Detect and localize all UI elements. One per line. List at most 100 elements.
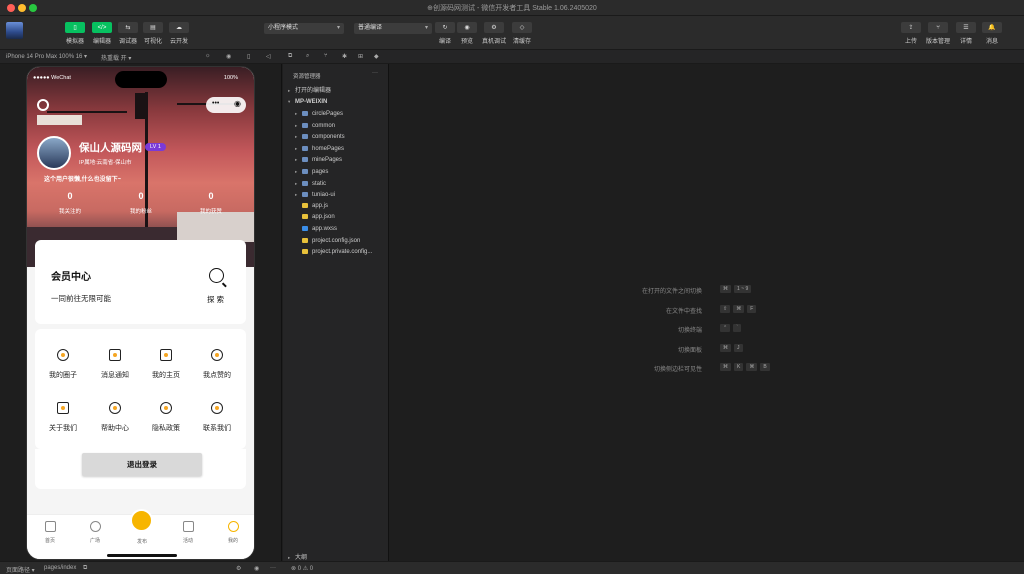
file-item[interactable]: project.private.config... — [283, 247, 389, 258]
simulator-subbar: iPhone 14 Pro Max 100% 16 ▾ 热重载 开 ▾ ☼ ◉ … — [0, 50, 1024, 64]
publish-rocket-icon[interactable] — [130, 509, 153, 532]
folder-icon — [302, 122, 308, 128]
tab-activity[interactable]: 活动 — [173, 521, 203, 544]
folder-icon — [302, 134, 308, 140]
grid-item-contact-us[interactable]: 联系我们 — [193, 402, 241, 433]
preview-button[interactable]: ◉ 预览 — [456, 22, 478, 45]
explore-label[interactable]: 探索 — [207, 294, 226, 305]
mini-program-capsule[interactable]: ••• ◉ — [206, 97, 246, 113]
folder-item[interactable]: ▸ static — [283, 178, 389, 189]
docker-icon[interactable]: ◆ — [374, 53, 379, 60]
close-target-icon[interactable]: ◉ — [234, 99, 241, 108]
editor-button[interactable]: </> 编辑器 — [91, 22, 113, 45]
file-item[interactable]: app.json — [283, 212, 389, 223]
dynamic-island — [115, 71, 167, 88]
grid-item-about-us[interactable]: 关于我们 — [39, 402, 87, 433]
folder-icon — [302, 192, 308, 198]
phone-outline-icon[interactable]: ▯ — [247, 53, 250, 60]
stat-followers[interactable]: 0 我的粉丝 — [121, 191, 161, 215]
shortcut-hint: 切换终端 ⌃ ` — [390, 324, 1024, 335]
avatar[interactable] — [37, 136, 71, 170]
project-section[interactable]: ▾ MP-WEIXIN — [283, 96, 389, 107]
project-avatar[interactable] — [6, 22, 23, 39]
clear-cache-button[interactable]: ◇ 清缓存 — [511, 22, 533, 45]
grid-item-my-likes[interactable]: 我点赞的 — [193, 349, 241, 380]
cloud-icon: ☁ — [169, 22, 189, 33]
volume-icon[interactable]: ◁ — [266, 53, 271, 60]
monitor-icon — [57, 402, 69, 414]
grid-item-privacy[interactable]: 隐私政策 — [142, 402, 190, 433]
settings-gear-icon[interactable] — [37, 99, 49, 111]
grid-item-notifications[interactable]: 消息通知 — [91, 349, 139, 380]
chevron-right-icon: ▸ — [295, 122, 298, 128]
more-icon[interactable]: ··· — [372, 70, 378, 76]
messages-button[interactable]: 🔔 消息 — [981, 22, 1003, 45]
folder-item[interactable]: ▸ tuniao-ui — [283, 189, 389, 200]
remote-debug-button[interactable]: ⚙ 真机调试 — [482, 22, 506, 45]
compile-select[interactable]: 普通编译 ▾ — [354, 23, 432, 34]
page-path-label[interactable]: 页面路径 ▾ — [6, 565, 35, 574]
chevron-right-icon: ▸ — [295, 145, 298, 151]
speaker-icon — [109, 349, 121, 361]
cloud-dev-button[interactable]: ☁ 云开发 — [168, 22, 190, 45]
vip-subtitle: 一同前往无限可能 — [51, 294, 111, 303]
stat-following[interactable]: 0 我关注的 — [50, 191, 90, 215]
tab-mine[interactable]: 我的 — [218, 521, 248, 544]
grid-item-help-center[interactable]: 帮助中心 — [91, 402, 139, 433]
eye-icon[interactable]: ◉ — [254, 565, 259, 572]
vip-card[interactable]: 会员中心 一同前往无限可能 探索 — [35, 240, 246, 324]
keycap: ` — [733, 324, 742, 332]
search-icon[interactable] — [209, 268, 224, 283]
folder-item[interactable]: ▸ homePages — [283, 143, 389, 154]
device-select[interactable]: iPhone 14 Pro Max 100% 16 ▾ — [6, 53, 87, 60]
settings-icon[interactable]: ⚙ — [236, 565, 241, 572]
tab-publish[interactable]: 发布 — [127, 538, 157, 545]
file-item[interactable]: app.js — [283, 201, 389, 212]
search-icon[interactable]: ⌕ — [306, 53, 309, 60]
stat-likes[interactable]: 0 我的获赞 — [191, 191, 231, 215]
file-icon — [302, 249, 308, 255]
problems-count[interactable]: ⊗ 0 ⚠ 0 — [291, 565, 313, 572]
username: 保山人源码网 — [79, 142, 142, 154]
chevron-right-icon: ▸ — [295, 192, 298, 198]
visual-button[interactable]: ▤ 可视化 — [142, 22, 164, 45]
file-item[interactable]: app.wxss — [283, 224, 389, 235]
file-item[interactable]: project.config.json — [283, 236, 389, 247]
folder-item[interactable]: ▸ minePages — [283, 154, 389, 165]
chevron-down-icon: ▾ — [288, 99, 291, 104]
keycap: ⌘ — [720, 363, 731, 371]
debug-icon[interactable]: ✱ — [342, 53, 347, 60]
more-dots-icon[interactable]: ••• — [212, 100, 219, 107]
copy-icon[interactable]: ⧉ — [83, 565, 87, 572]
hot-reload-select[interactable]: 热重载 开 ▾ — [101, 53, 131, 62]
person-icon — [227, 521, 239, 532]
folder-item[interactable]: ▸ components — [283, 131, 389, 142]
tab-home[interactable]: 首页 — [35, 521, 65, 544]
grid-item-my-circle[interactable]: 我的圈子 — [39, 349, 87, 380]
folder-item[interactable]: ▸ circlePages — [283, 108, 389, 119]
help-icon — [109, 402, 121, 414]
keycap: ⌃ — [720, 324, 731, 332]
logout-button[interactable]: 退出登录 — [82, 453, 202, 476]
open-editors-section[interactable]: ▸ 打开的编辑器 — [283, 85, 389, 96]
files-icon[interactable]: ⧉ — [288, 53, 292, 60]
page-path[interactable]: pages/index — [44, 565, 76, 571]
more-icon[interactable]: ··· — [270, 565, 276, 571]
folder-item[interactable]: ▸ pages — [283, 166, 389, 177]
mode-select[interactable]: 小程序模式 ▾ — [264, 23, 344, 34]
shortcut-hint: 在打开的文件之间切换 ⌘ 1 ~ 9 — [390, 285, 1024, 296]
upload-button[interactable]: ⇪ 上传 — [900, 22, 922, 45]
record-icon[interactable]: ◉ — [226, 53, 231, 60]
sun-icon[interactable]: ☼ — [205, 53, 211, 59]
privacy-icon — [160, 402, 172, 414]
version-button[interactable]: ⑂ 版本管理 — [926, 22, 950, 45]
git-icon[interactable]: ⑂ — [324, 53, 328, 59]
bell-icon: 🔔 — [982, 22, 1002, 33]
simulator-button[interactable]: ▯ 模拟器 — [64, 22, 86, 45]
extensions-icon[interactable]: ⊞ — [358, 53, 363, 60]
details-button[interactable]: ☰ 详情 — [955, 22, 977, 45]
folder-item[interactable]: ▸ common — [283, 120, 389, 131]
keycap: K — [734, 363, 744, 371]
grid-item-my-home[interactable]: 我的主页 — [142, 349, 190, 380]
tab-square[interactable]: 广场 — [80, 521, 110, 544]
